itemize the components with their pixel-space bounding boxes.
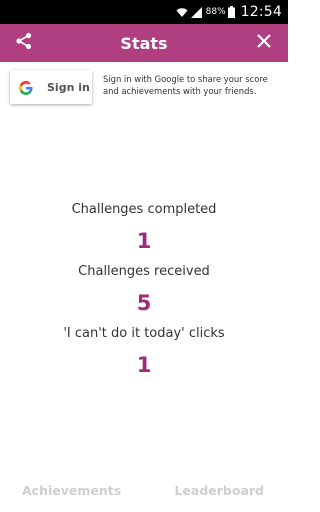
share-button[interactable] xyxy=(12,31,36,55)
sign-in-label: Sign in xyxy=(47,80,90,94)
battery-percent: 88% xyxy=(205,7,226,17)
challenges-completed-value: 1 xyxy=(136,229,152,253)
status-bar: 88% 12:54 xyxy=(0,0,288,24)
stats-list: Challenges completed 1 Challenges receiv… xyxy=(0,200,288,386)
app-bar: Stats xyxy=(0,24,288,62)
achievements-button[interactable]: Achievements xyxy=(22,483,121,498)
google-g-icon xyxy=(19,80,33,95)
wifi-icon xyxy=(176,6,188,18)
battery-icon xyxy=(227,6,235,18)
leaderboard-button[interactable]: Leaderboard xyxy=(174,483,264,498)
sign-in-description: Sign in with Google to share your score … xyxy=(103,74,268,96)
bottom-nav: Achievements Leaderboard xyxy=(0,476,288,504)
page-title: Stats xyxy=(120,33,168,53)
cant-do-it-today-label: 'I can't do it today' clicks xyxy=(63,326,225,341)
google-sign-in-button[interactable]: Sign in xyxy=(10,70,92,104)
share-icon xyxy=(15,32,33,54)
clock: 12:54 xyxy=(240,4,282,20)
challenges-received-label: Challenges received xyxy=(78,264,210,279)
close-button[interactable] xyxy=(252,31,276,55)
challenges-received-value: 5 xyxy=(136,291,152,315)
challenges-completed-label: Challenges completed xyxy=(71,202,217,217)
cant-do-it-today-value: 1 xyxy=(136,353,152,377)
sign-in-section: Sign in Sign in with Google to share you… xyxy=(0,62,288,114)
close-icon xyxy=(256,33,272,53)
signal-icon xyxy=(190,6,202,18)
